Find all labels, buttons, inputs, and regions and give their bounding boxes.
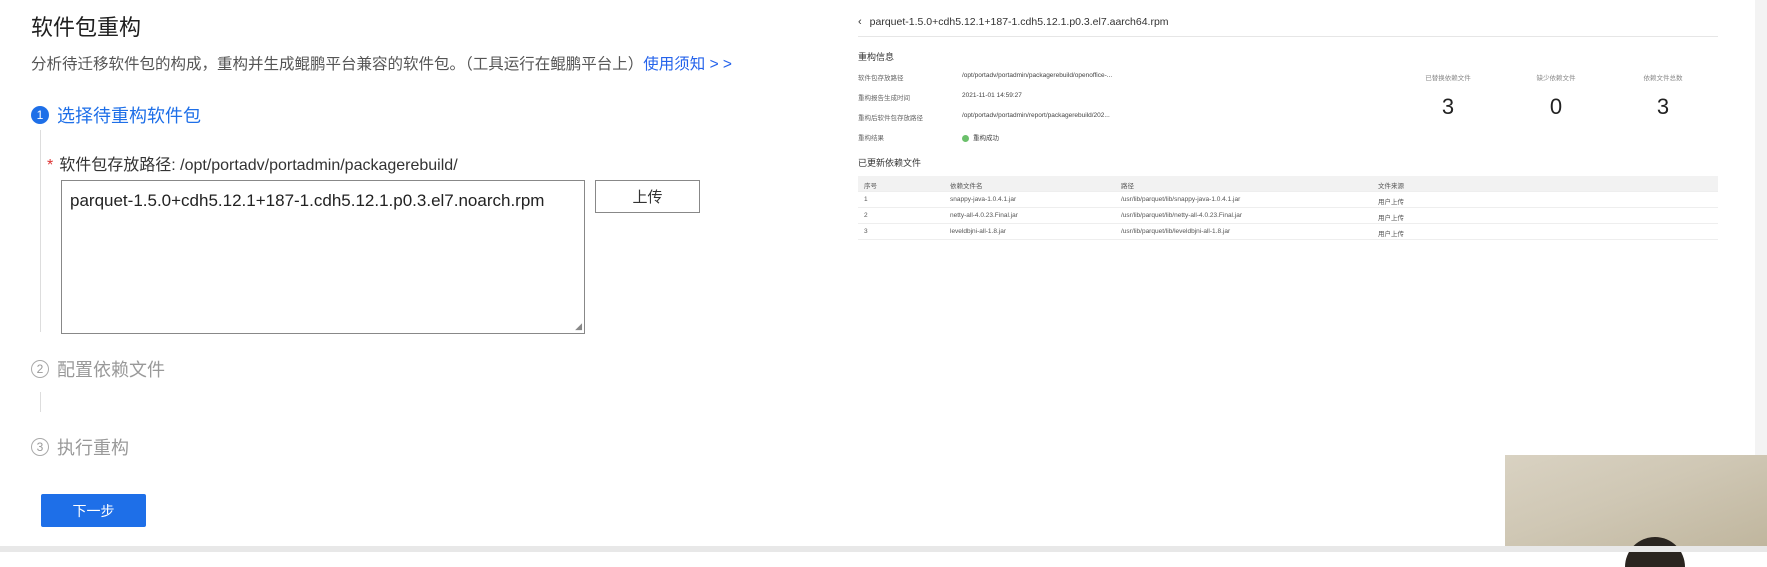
step-config-dependencies: 2 配置依赖文件 [31, 356, 165, 382]
stat-value: 3 [1656, 94, 1670, 119]
package-name-textarea[interactable]: parquet-1.5.0+cdh5.12.1+187-1.cdh5.12.1.… [61, 180, 585, 334]
step-execute-rebuild: 3 执行重构 [31, 434, 129, 460]
upload-button[interactable]: 上传 [595, 180, 700, 213]
report-title: parquet-1.5.0+cdh5.12.1+187-1.cdh5.12.1.… [869, 16, 1169, 28]
table-cell: /usr/lib/parquet/lib/snappy-java-1.0.4.1… [1121, 196, 1241, 203]
table-row: 1 snappy-java-1.0.4.1.jar /usr/lib/parqu… [858, 192, 1718, 208]
table-cell: leveldbjni-all-1.8.jar [950, 228, 1006, 235]
table-cell: /usr/lib/parquet/lib/netty-all-4.0.23.Fi… [1121, 212, 1243, 219]
column-header: 文件来源 [1378, 183, 1404, 190]
package-path-label: * 软件包存放路径: /opt/portadv/portadmin/package… [47, 151, 458, 175]
person-head [1625, 537, 1685, 567]
report-header: ‹ parquet-1.5.0+cdh5.12.1+187-1.cdh5.12.… [858, 16, 1169, 28]
info-label: 重构结果 [858, 135, 884, 142]
step-number: 3 [31, 438, 49, 456]
info-value: 2021-11-01 14:59:27 [962, 92, 1022, 99]
table-row: 2 netty-all-4.0.23.Final.jar /usr/lib/pa… [858, 208, 1718, 224]
column-header: 依赖文件名 [950, 183, 983, 190]
step-label: 执行重构 [57, 438, 129, 458]
table-cell: netty-all-4.0.23.Final.jar [950, 212, 1018, 219]
info-row: 重构后软件包存放路径 /opt/portadv/portadmin/report… [858, 112, 1158, 122]
step-label: 配置依赖文件 [57, 360, 165, 380]
stat-label: 已替换依赖文件 [1425, 75, 1471, 82]
back-arrow-icon[interactable]: ‹ [858, 16, 862, 28]
rebuild-report-panel: ‹ parquet-1.5.0+cdh5.12.1+187-1.cdh5.12.… [858, 16, 1718, 246]
info-row: 重构结果 重构成功 [858, 132, 1158, 142]
dependency-table: 序号 依赖文件名 路径 文件来源 1 snappy-java-1.0.4.1.j… [858, 176, 1718, 240]
result-text: 重构成功 [973, 135, 999, 142]
step-connector [40, 130, 41, 332]
help-link[interactable]: 使用须知 > > [643, 56, 732, 73]
step-label: 选择待重构软件包 [57, 106, 201, 126]
table-row: 3 leveldbjni-all-1.8.jar /usr/lib/parque… [858, 224, 1718, 240]
table-cell: 用户上传 [1378, 231, 1404, 238]
step-connector [40, 392, 41, 412]
section-updated-deps: 已更新依赖文件 [858, 158, 922, 168]
table-cell: 1 [864, 196, 868, 203]
table-cell: 2 [864, 212, 868, 219]
bottom-edge [0, 546, 1767, 552]
table-cell: 用户上传 [1378, 199, 1404, 206]
info-value: /opt/portadv/portadmin/report/packagereb… [962, 112, 1110, 119]
package-name-value: parquet-1.5.0+cdh5.12.1+187-1.cdh5.12.1.… [70, 191, 545, 210]
column-header: 序号 [864, 183, 877, 190]
info-label: 重构后软件包存放路径 [858, 115, 923, 122]
info-value: 重构成功 [962, 132, 999, 142]
next-step-button[interactable]: 下一步 [41, 494, 146, 527]
section-rebuild-info: 重构信息 [858, 52, 895, 62]
info-label: 软件包存放路径 [858, 75, 904, 82]
page-title: 软件包重构 [31, 15, 142, 40]
page-description: 分析待迁移软件包的构成，重构并生成鲲鹏平台兼容的软件包。（工具运行在鲲鹏平台上）… [31, 52, 732, 74]
table-header-row: 序号 依赖文件名 路径 文件来源 [858, 176, 1718, 192]
required-mark: * [47, 157, 54, 174]
info-value: /opt/portadv/portadmin/packagerebuild/op… [962, 72, 1113, 79]
stat-value: 0 [1549, 94, 1563, 119]
divider [858, 36, 1718, 37]
step-number: 1 [31, 106, 49, 124]
webcam-overlay [1505, 455, 1767, 567]
step-number: 2 [31, 360, 49, 378]
table-cell: /usr/lib/parquet/lib/leveldbjni-all-1.8.… [1121, 228, 1231, 235]
step-select-package: 1 选择待重构软件包 [31, 102, 201, 128]
table-cell: snappy-java-1.0.4.1.jar [950, 196, 1017, 203]
info-row: 重构报告生成时间 2021-11-01 14:59:27 [858, 92, 1158, 102]
table-cell: 3 [864, 228, 868, 235]
path-label-text: 软件包存放路径: /opt/portadv/portadmin/packager… [59, 157, 458, 174]
stat-label: 缺少依赖文件 [1536, 75, 1576, 82]
column-header: 路径 [1121, 183, 1134, 190]
stat-label: 依赖文件总数 [1643, 75, 1683, 82]
description-text: 分析待迁移软件包的构成，重构并生成鲲鹏平台兼容的软件包。（工具运行在鲲鹏平台上） [31, 56, 644, 73]
success-status-icon [962, 134, 969, 142]
window-edge [1755, 0, 1767, 455]
info-label: 重构报告生成时间 [858, 95, 910, 102]
table-cell: 用户上传 [1378, 215, 1404, 222]
stat-value: 3 [1441, 94, 1455, 119]
resize-grip-icon[interactable]: ◢ [575, 322, 582, 331]
info-row: 软件包存放路径 /opt/portadv/portadmin/packagere… [858, 72, 1158, 82]
